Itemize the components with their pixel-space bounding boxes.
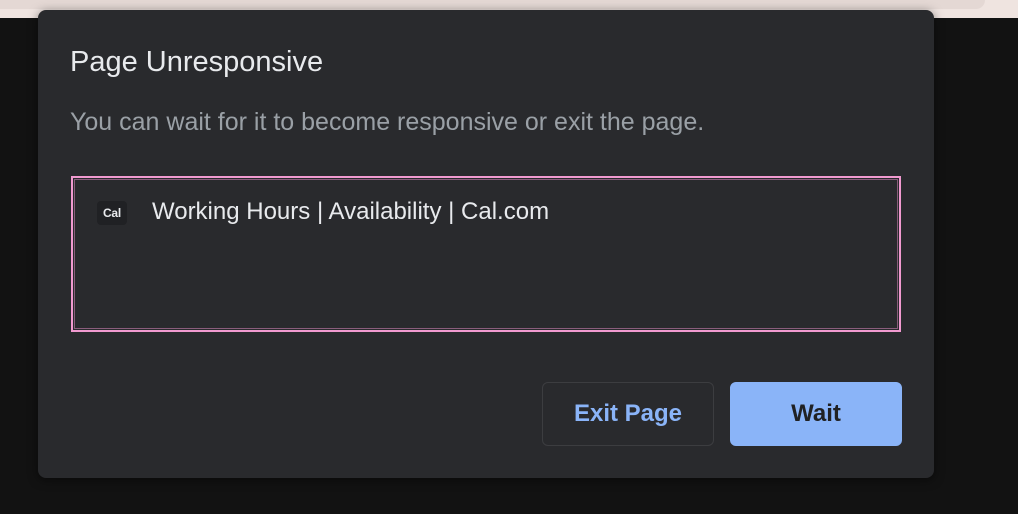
page-unresponsive-dialog: Page Unresponsive You can wait for it to… — [38, 10, 934, 478]
cal-favicon-icon: Cal — [97, 201, 127, 225]
dialog-message: You can wait for it to become responsive… — [70, 108, 705, 136]
exit-page-button[interactable]: Exit Page — [542, 382, 714, 446]
browser-tab-shape — [0, 0, 985, 9]
page-title: Working Hours | Availability | Cal.com — [152, 198, 550, 225]
wait-button[interactable]: Wait — [730, 382, 902, 446]
dialog-title: Page Unresponsive — [70, 46, 324, 78]
list-item[interactable]: Cal Working Hours | Availability | Cal.c… — [73, 178, 899, 248]
unresponsive-page-list[interactable]: Cal Working Hours | Availability | Cal.c… — [71, 176, 901, 332]
